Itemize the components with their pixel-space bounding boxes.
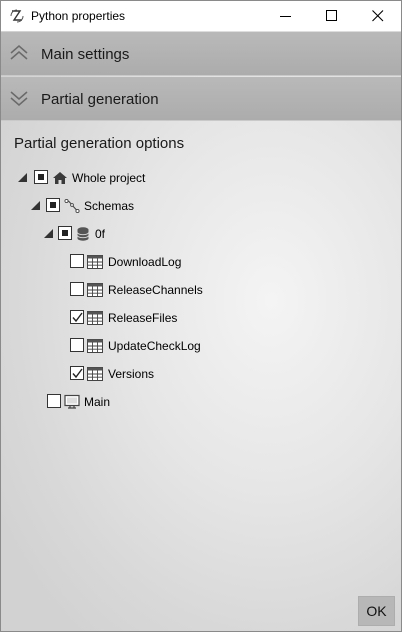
title-bar[interactable]: Python properties (1, 1, 401, 31)
minimize-button[interactable] (263, 1, 309, 31)
checkmark-icon (72, 368, 83, 379)
tree-item-table[interactable]: ReleaseFiles (70, 308, 210, 328)
table-checkbox[interactable] (70, 282, 84, 296)
schemas-label: Schemas (84, 199, 135, 213)
table-label: ReleaseFiles (108, 311, 178, 325)
database-icon (77, 227, 89, 241)
checkmark-icon (72, 312, 83, 323)
monitor-icon (64, 394, 80, 409)
dialog-body: Main settings Partial generation Partial… (1, 31, 401, 631)
table-icon (87, 311, 103, 325)
chevron-double-up-icon (10, 45, 28, 60)
minimize-icon (280, 16, 291, 17)
table-label: ReleaseChannels (108, 283, 203, 297)
close-button[interactable] (355, 1, 401, 31)
table-icon (87, 255, 103, 269)
maximize-icon (326, 10, 337, 21)
table-label: Versions (108, 367, 155, 381)
ok-button[interactable]: OK (358, 596, 395, 626)
home-icon (53, 172, 67, 184)
whole-project-checkbox[interactable] (34, 170, 48, 184)
main-checkbox[interactable] (47, 394, 61, 408)
python-properties-window: Python properties Main settings Partial … (0, 0, 402, 632)
expand-triangle-icon[interactable] (18, 173, 27, 182)
table-label: DownloadLog (108, 255, 182, 269)
table-checkbox[interactable] (70, 254, 84, 268)
close-icon (372, 10, 384, 22)
tree-item-table[interactable]: ReleaseChannels (70, 280, 210, 300)
chevron-double-down-icon (10, 91, 28, 106)
table-icon (87, 283, 103, 297)
tree-item-table[interactable]: UpdateCheckLog (70, 336, 210, 356)
python-app-icon (10, 9, 24, 23)
table-checkbox[interactable] (70, 338, 84, 352)
expand-triangle-icon[interactable] (44, 229, 53, 238)
schemas-checkbox[interactable] (46, 198, 60, 212)
partial-generation-label: Partial generation (41, 91, 159, 108)
tree-item-whole-project[interactable]: Whole project (18, 168, 178, 188)
table-label: UpdateCheckLog (108, 339, 201, 353)
database-label: 0f (95, 227, 106, 241)
window-title: Python properties (31, 9, 126, 23)
tree-item-schemas[interactable]: Schemas (31, 196, 151, 216)
table-icon (87, 367, 103, 381)
whole-project-label: Whole project (72, 171, 146, 185)
table-checkbox[interactable] (70, 310, 84, 324)
partial-generation-header[interactable]: Partial generation (1, 77, 401, 121)
table-icon (87, 339, 103, 353)
tree-item-database[interactable]: 0f (44, 224, 124, 244)
tree-item-main[interactable]: Main (47, 392, 127, 412)
database-checkbox[interactable] (58, 226, 72, 240)
main-settings-label: Main settings (41, 46, 130, 63)
tree-item-table[interactable]: DownloadLog (70, 252, 210, 272)
main-label: Main (84, 395, 111, 409)
table-checkbox[interactable] (70, 366, 84, 380)
main-settings-header[interactable]: Main settings (1, 32, 401, 76)
schema-icon (64, 198, 80, 214)
tree-item-table[interactable]: Versions (70, 364, 210, 384)
partial-generation-options-title: Partial generation options (14, 135, 185, 152)
maximize-button[interactable] (309, 1, 355, 31)
expand-triangle-icon[interactable] (31, 201, 40, 210)
